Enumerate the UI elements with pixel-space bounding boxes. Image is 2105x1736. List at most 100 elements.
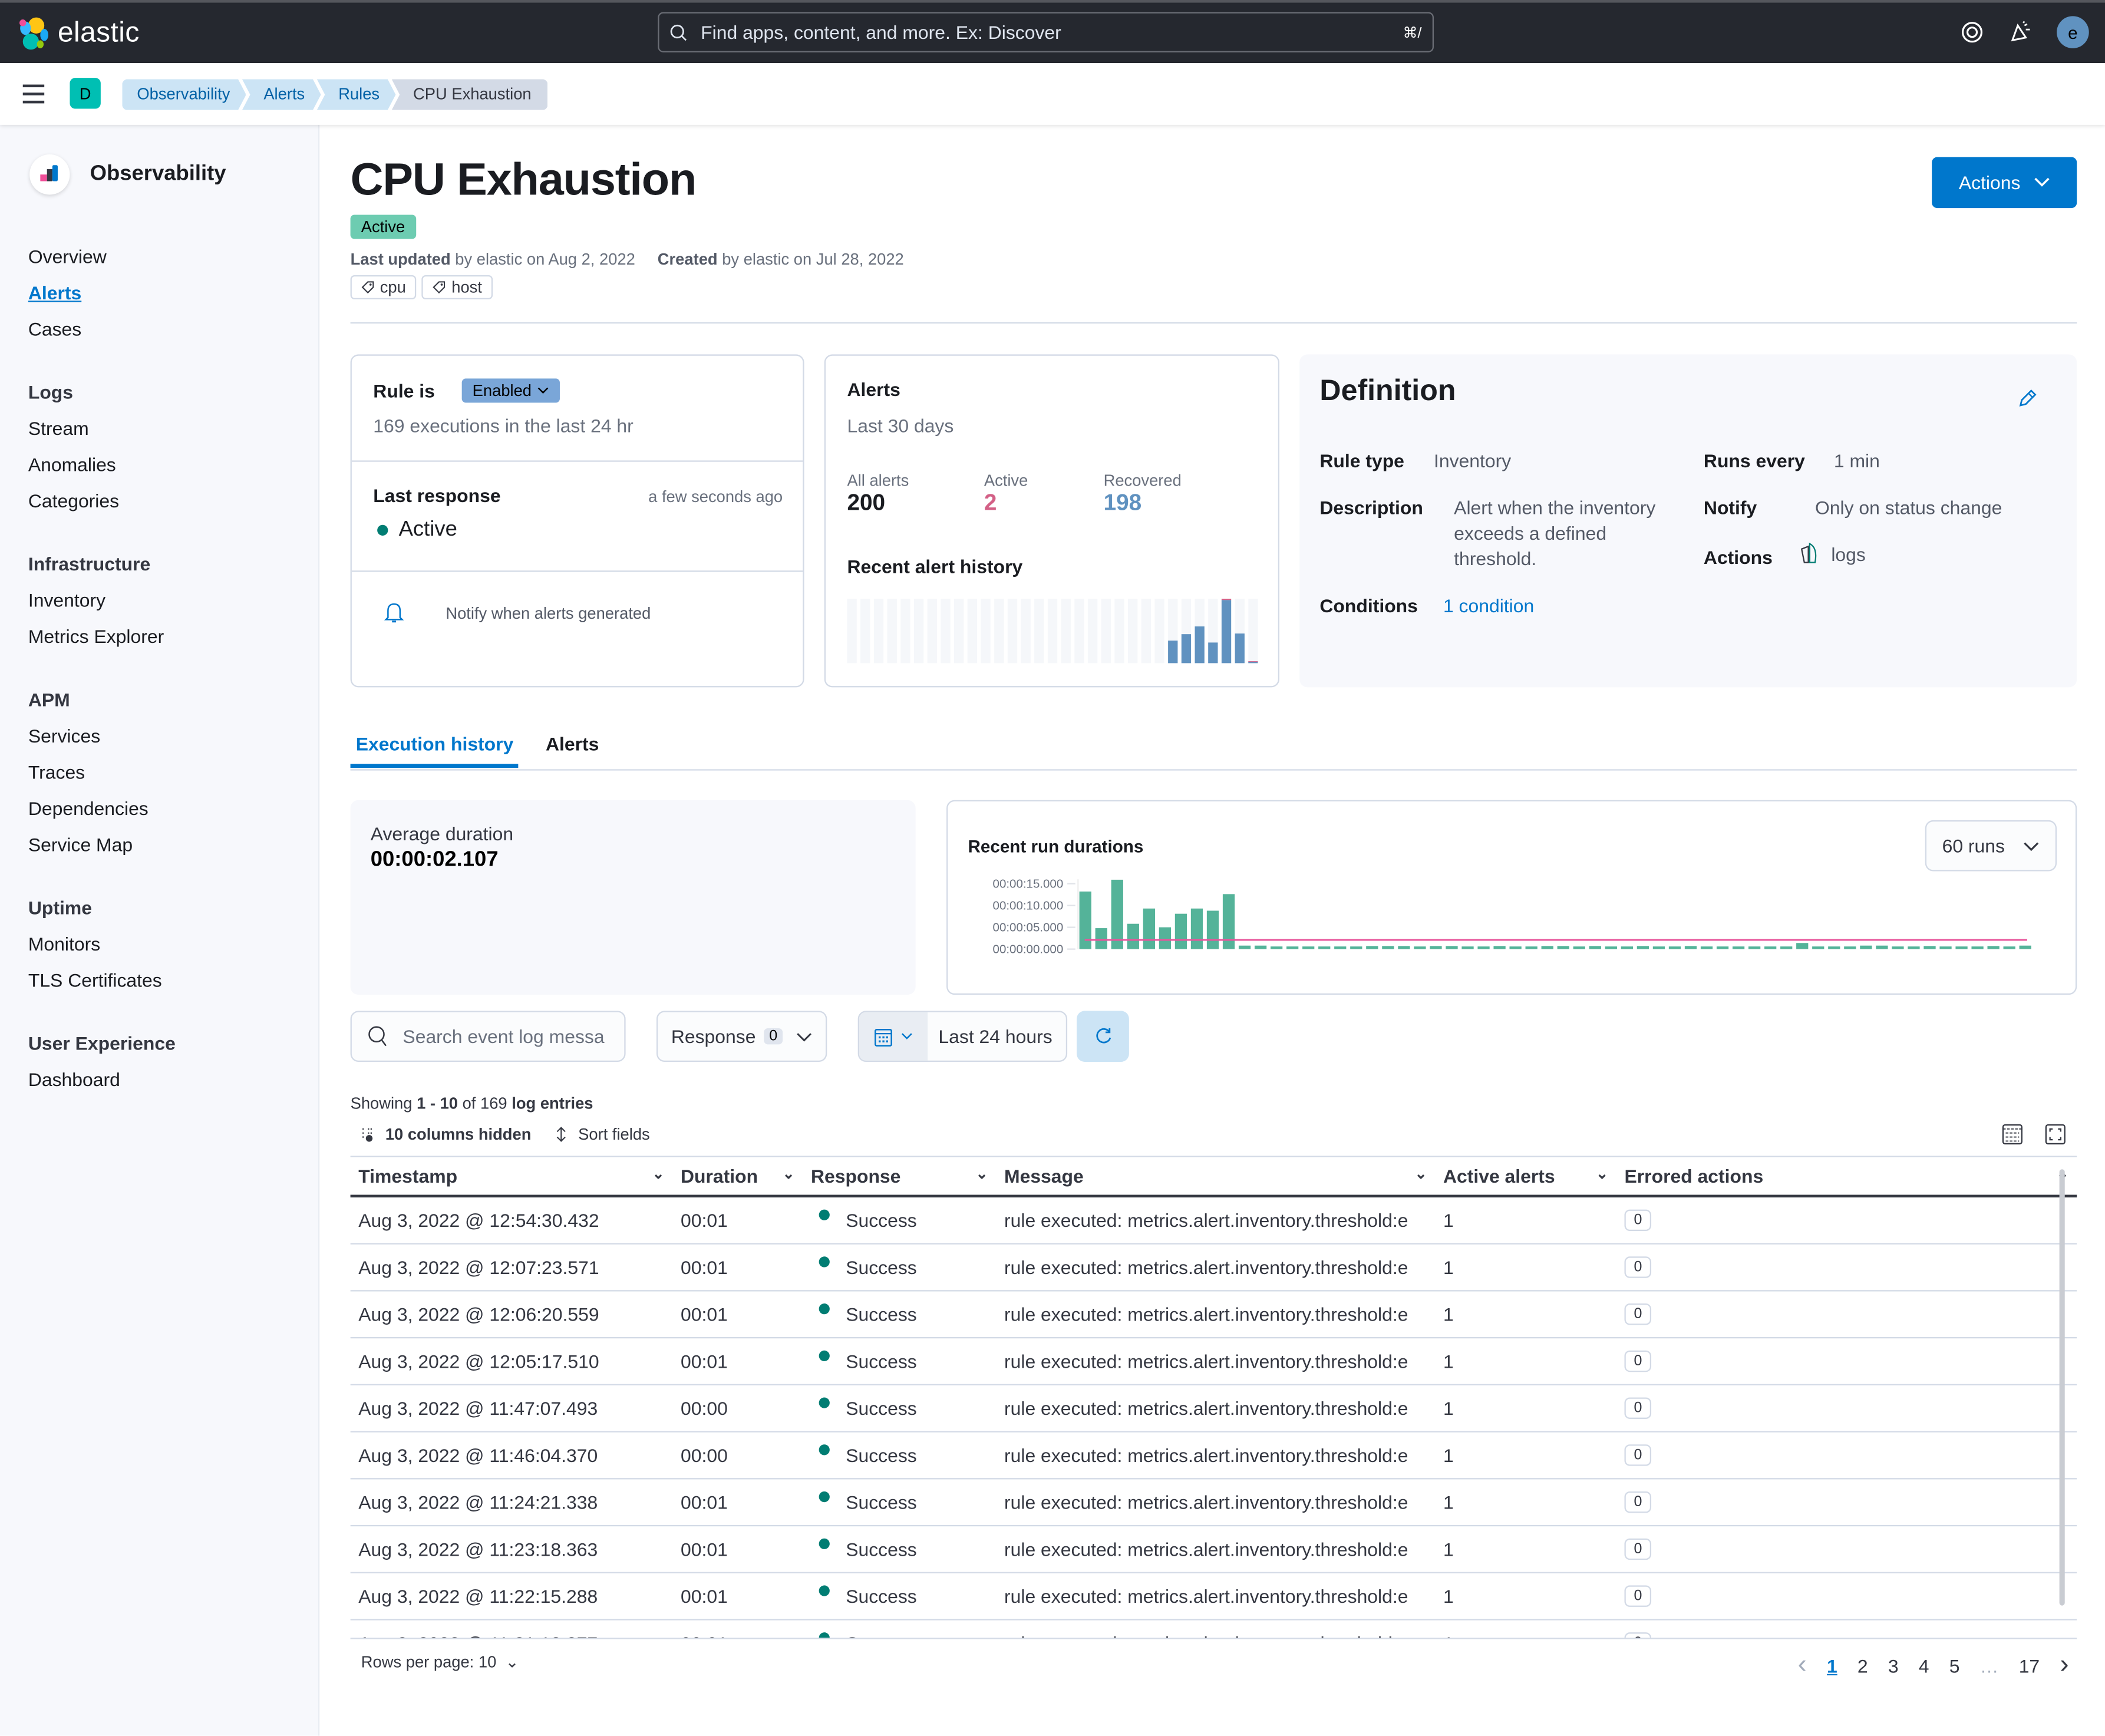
chevron-down-icon[interactable]: ⌄ [1415,1165,1427,1186]
sidebar-item-tls-certificates[interactable]: TLS Certificates [28,962,176,999]
page-5-button[interactable]: 5 [1949,1655,1960,1676]
run-duration-bar[interactable] [1828,946,1840,949]
conditions-link[interactable]: 1 condition [1443,595,1534,616]
run-duration-bar[interactable] [1876,945,1888,949]
cell-errored-actions[interactable]: 0 [1624,1585,1652,1607]
run-duration-bar[interactable] [1541,946,1553,949]
table-row[interactable]: Aug 3, 2022 @ 11:22:15.288 00:01 Success ru… [350,1573,2077,1621]
run-duration-bar[interactable] [1955,946,1968,949]
run-duration-bar[interactable] [1860,945,1872,949]
run-duration-bar[interactable] [1589,946,1601,949]
run-duration-bar[interactable] [1111,879,1123,949]
run-duration-bar[interactable] [2019,945,2031,949]
sidebar-item-service-map[interactable]: Service Map [28,827,176,863]
column-header-timestamp[interactable]: Timestamp ⌄ [351,1165,673,1186]
refresh-button[interactable] [1077,1011,1129,1062]
run-duration-bar[interactable] [1684,946,1697,949]
column-header-response[interactable]: Response ⌄ [803,1165,996,1186]
run-duration-bar[interactable] [1398,946,1410,949]
run-duration-bar[interactable] [1206,910,1219,949]
run-duration-bar[interactable] [1414,946,1426,949]
alert-history-bar-recovered[interactable] [1235,633,1245,664]
edit-pencil-icon[interactable] [2018,389,2037,408]
cell-errored-actions[interactable]: 0 [1624,1397,1652,1419]
tab-alerts[interactable]: Alerts [540,729,605,768]
chevron-down-icon[interactable]: ⌄ [976,1165,988,1186]
cell-errored-actions[interactable]: 0 [1624,1632,1652,1638]
chevron-down-icon[interactable]: ⌄ [1596,1165,1608,1186]
run-duration-bar[interactable] [1238,945,1251,949]
tab-execution-history[interactable]: Execution history [350,729,519,768]
alert-history-bar-recovered[interactable] [1168,641,1178,664]
density-icon[interactable] [2002,1124,2023,1145]
fullscreen-icon[interactable] [2045,1124,2066,1145]
run-duration-bar[interactable] [1971,946,1984,949]
run-duration-bar[interactable] [1812,946,1824,949]
alert-history-bar-active[interactable] [1221,599,1232,600]
sidebar-item-categories[interactable]: Categories [28,483,176,520]
run-duration-bar[interactable] [1652,946,1665,949]
run-duration-bar[interactable] [1334,946,1347,949]
run-duration-bar[interactable] [1366,946,1378,949]
sidebar-item-overview[interactable]: Overview [28,239,176,276]
run-duration-bar[interactable] [1716,946,1729,949]
run-duration-bar[interactable] [1095,928,1107,949]
table-row[interactable]: Aug 3, 2022 @ 11:21:12.277 00:01 Success ru… [351,1621,2077,1638]
run-duration-bar[interactable] [1382,946,1394,949]
run-duration-bar[interactable] [1844,946,1856,949]
breadcrumb-rules[interactable]: Rules [317,79,396,110]
cell-errored-actions[interactable]: 0 [1624,1256,1652,1278]
run-duration-bar[interactable] [1557,946,1569,949]
alert-history-bar-recovered[interactable] [1195,626,1205,664]
cell-errored-actions[interactable]: 0 [1624,1303,1652,1325]
table-row[interactable]: Aug 3, 2022 @ 12:54:30.432 00:01 Success ru… [350,1197,2077,1245]
run-duration-bar[interactable] [1127,923,1139,949]
alert-history-bar-active[interactable] [1248,661,1258,662]
table-row[interactable]: Aug 3, 2022 @ 11:23:18.363 00:01 Success ru… [350,1526,2077,1573]
sidebar-item-dashboard[interactable]: Dashboard [28,1062,176,1098]
page-1-button[interactable]: 1 [1827,1655,1837,1676]
run-duration-bar[interactable] [1254,945,1267,949]
actions-button[interactable]: Actions [1932,157,2077,209]
tag-badge[interactable]: cpu [350,275,417,300]
run-duration-bar[interactable] [1525,946,1537,949]
page-17-button[interactable]: 17 [2019,1655,2040,1676]
cell-errored-actions[interactable]: 0 [1624,1538,1652,1560]
runs-select[interactable]: 60 runs [1925,820,2057,872]
run-duration-bar[interactable] [1621,946,1634,949]
sidebar-item-inventory[interactable]: Inventory [28,583,176,619]
run-duration-bar[interactable] [1668,946,1681,949]
chevron-down-icon[interactable]: ⌄ [783,1165,795,1186]
breadcrumb-alerts[interactable]: Alerts [242,79,321,110]
sidebar-item-cases[interactable]: Cases [28,312,176,348]
run-duration-bar[interactable] [1700,946,1713,949]
run-duration-bar[interactable] [1892,946,1904,949]
date-picker[interactable]: Last 24 hours [857,1011,1068,1062]
sidebar-item-alerts[interactable]: Alerts [28,275,176,312]
time-range-value[interactable]: Last 24 hours [938,1025,1052,1047]
run-duration-bar[interactable] [1637,946,1649,949]
run-duration-bar[interactable] [1446,946,1458,949]
alert-history-bar-recovered[interactable] [1208,642,1218,664]
alert-history-bar-recovered[interactable] [1181,634,1192,664]
quick-menu-button[interactable] [859,1012,928,1061]
run-duration-bar[interactable] [1732,946,1745,949]
previous-page-icon[interactable]: ‹ [1798,1650,1807,1681]
sidebar-item-metrics-explorer[interactable]: Metrics Explorer [28,619,176,655]
column-header-active-alerts[interactable]: Active alerts ⌄ [1435,1165,1616,1186]
rows-per-page-select[interactable]: Rows per page: 10 ⌄ [361,1652,519,1671]
run-duration-bar[interactable] [1461,946,1474,949]
alert-history-bar-recovered[interactable] [1248,662,1258,664]
sort-fields-button[interactable]: Sort fields [555,1125,650,1144]
run-duration-bar[interactable] [1477,946,1490,949]
run-duration-bar[interactable] [1190,908,1203,949]
run-duration-bar[interactable] [1908,946,1920,949]
elastic-logo[interactable]: elastic [18,16,140,51]
run-duration-bar[interactable] [1350,946,1362,949]
sidebar-item-stream[interactable]: Stream [28,411,176,447]
run-duration-bar[interactable] [1509,946,1522,949]
run-duration-bar[interactable] [1987,946,2000,949]
alert-history-bar-recovered[interactable] [1221,600,1232,664]
run-duration-bar[interactable] [1174,913,1187,949]
menu-toggle-icon[interactable] [22,84,45,109]
